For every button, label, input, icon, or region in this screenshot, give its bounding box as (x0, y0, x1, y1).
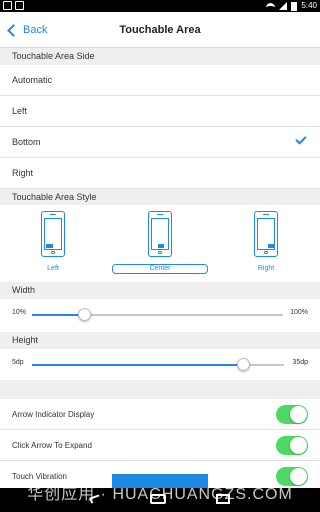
side-option-label: Automatic (12, 75, 53, 85)
touch-area-indicator (46, 244, 53, 248)
width-max-label: 100% (290, 309, 308, 316)
screen: 5:40 Touchable Area Back Touchable Area … (0, 0, 320, 512)
width-min-label: 10% (12, 309, 27, 316)
toggle-label: Click Arrow To Expand (12, 441, 92, 450)
side-option-automatic[interactable]: Automatic (0, 65, 320, 96)
section-header-height: Height (0, 332, 320, 349)
height-slider-thumb[interactable] (237, 358, 251, 371)
checkmark-icon (295, 133, 307, 145)
watermark: 华创应用 · HUACHUANGZS.COM (27, 486, 293, 503)
side-option-label: Left (12, 106, 28, 116)
style-option-left[interactable] (41, 211, 65, 257)
phone-speaker (263, 214, 269, 215)
toggle-knob (290, 406, 307, 423)
phone-home-button (51, 251, 55, 254)
style-option-label: Center (149, 265, 171, 272)
mail-icon (15, 1, 24, 10)
notification-icon (3, 1, 12, 10)
height-slider-fill (32, 364, 244, 366)
height-slider-row: 5dp 35dp (0, 349, 320, 380)
back-label: Back (23, 24, 48, 36)
phone-speaker (157, 214, 163, 215)
status-time: 5:40 (301, 1, 317, 10)
wifi-icon (266, 2, 276, 10)
arrow-indicator-toggle[interactable] (276, 405, 308, 424)
phone-speaker (50, 214, 56, 215)
side-option-label: Right (12, 168, 34, 178)
width-slider-fill (32, 314, 85, 316)
style-option-center[interactable] (148, 211, 172, 257)
section-spacer (0, 380, 320, 399)
width-slider-thumb[interactable] (78, 308, 92, 321)
phone-screen (151, 218, 169, 250)
phone-home-button (158, 251, 162, 254)
nav-bar: Touchable Area Back (0, 12, 320, 48)
battery-icon (291, 1, 298, 11)
side-option-left[interactable]: Left (0, 96, 320, 127)
toggle-knob (290, 437, 307, 454)
click-arrow-toggle[interactable] (276, 436, 308, 455)
style-option-label: Left (47, 265, 59, 272)
chevron-left-icon (7, 23, 20, 37)
touch-area-indicator (158, 244, 164, 248)
side-option-right[interactable]: Right (0, 158, 320, 189)
section-header-style: Touchable Area Style (0, 189, 320, 206)
section-header-width: Width (0, 282, 320, 299)
phone-home-button (264, 251, 268, 254)
height-min-label: 5dp (12, 359, 24, 366)
width-slider-row: 10% 100% (0, 299, 320, 330)
side-option-bottom[interactable]: Bottom (0, 127, 320, 158)
phone-screen (257, 218, 275, 250)
style-option-label: Right (257, 265, 275, 272)
height-max-label: 35dp (292, 359, 308, 366)
touch-area-indicator (268, 244, 275, 248)
side-option-label: Bottom (12, 137, 41, 147)
page-title: Touchable Area (119, 24, 201, 36)
signal-icon (279, 2, 288, 10)
toggle-row-click-arrow: Click Arrow To Expand (0, 430, 320, 461)
style-option-right[interactable] (254, 211, 278, 257)
toggle-row-arrow-indicator: Arrow Indicator Display (0, 399, 320, 430)
toggle-label: Arrow Indicator Display (12, 410, 95, 419)
back-button[interactable]: Back (6, 21, 47, 39)
phone-screen (44, 218, 62, 250)
section-header-side: Touchable Area Side (0, 48, 320, 65)
status-bar: 5:40 (0, 0, 320, 18)
